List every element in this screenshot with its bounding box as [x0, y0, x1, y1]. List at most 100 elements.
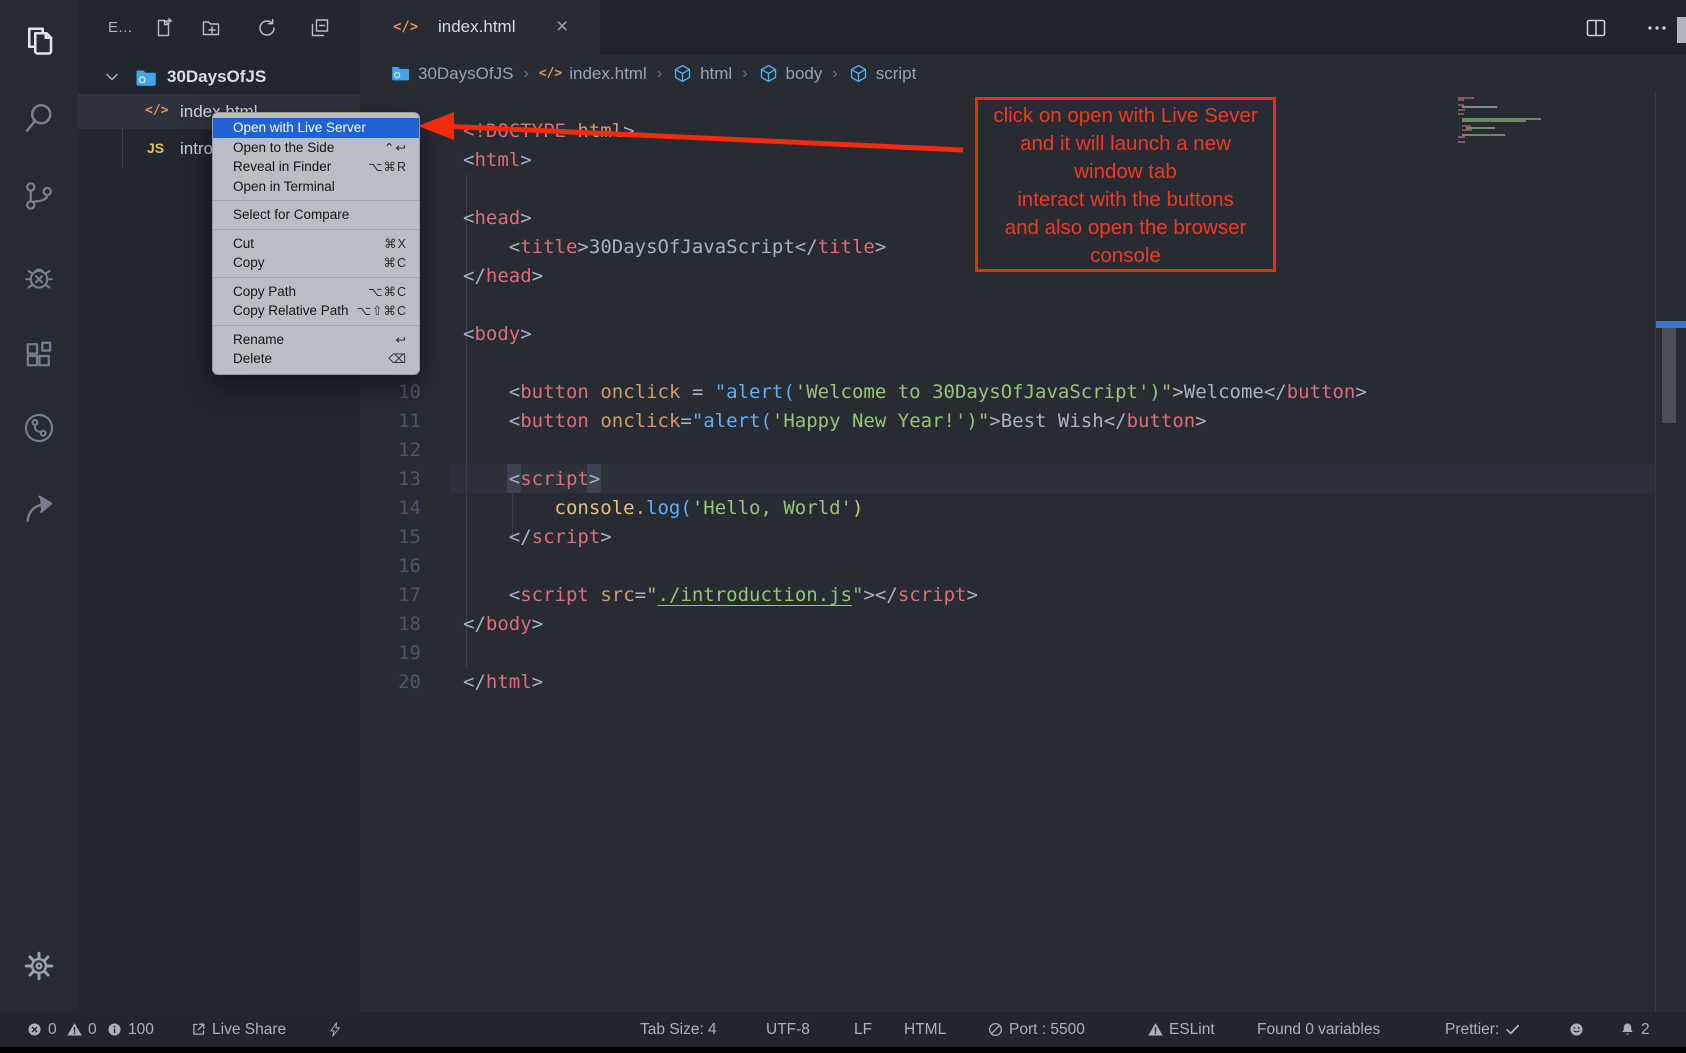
activity-item-gitlens[interactable] — [21, 410, 57, 446]
menu-item-label: Delete — [233, 351, 272, 366]
close-icon[interactable]: × — [556, 14, 568, 40]
menu-item-label: Reveal in Finder — [233, 159, 331, 174]
line-number: 16 — [360, 552, 421, 581]
annotation-text-line: console — [978, 242, 1273, 270]
line-content: <button onclick = "alert('Welcome to 30D… — [463, 378, 1367, 407]
overview-ruler-border — [1655, 92, 1656, 1012]
menu-item-copy-relative-path[interactable]: Copy Relative Path⌥⇧⌘C — [213, 301, 419, 321]
split-editor-icon[interactable] — [1584, 16, 1608, 40]
breadcrumb-item-30DaysOfJS[interactable]: 30DaysOfJS — [390, 63, 513, 84]
menu-item-shortcut: ⌘X — [384, 236, 407, 251]
collapse-all-button[interactable] — [308, 16, 332, 40]
activity-item-explorer[interactable] — [21, 22, 57, 58]
more-actions-icon[interactable] — [1645, 16, 1669, 40]
status-prettier[interactable]: Prettier: — [1445, 1012, 1521, 1047]
status-label: Prettier: — [1445, 1021, 1499, 1039]
menu-item-open-to-the-side[interactable]: Open to the Side⌃↩ — [213, 138, 419, 158]
status-feedback-smiley[interactable] — [1568, 1012, 1585, 1047]
menu-item-shortcut: ↩ — [396, 332, 407, 347]
bell-icon — [1619, 1021, 1636, 1038]
new-file-icon — [152, 16, 176, 40]
html-code-icon: </> — [393, 19, 418, 35]
status-tab-size[interactable]: Tab Size: 4 — [640, 1012, 717, 1047]
status-eslint[interactable]: ESLint — [1147, 1012, 1215, 1047]
status-infos[interactable]: 100 — [106, 1012, 154, 1047]
status-encoding[interactable]: UTF-8 — [766, 1012, 810, 1047]
status-label: 0 — [48, 1021, 57, 1039]
code-line-13[interactable]: 13 <script> — [360, 465, 1686, 494]
code-line-17[interactable]: 17 <script src="./introduction.js"></scr… — [360, 581, 1686, 610]
menu-item-cut[interactable]: Cut⌘X — [213, 234, 419, 254]
breadcrumb-label: html — [700, 64, 732, 84]
status-bolt[interactable] — [327, 1012, 344, 1047]
minimap[interactable] — [1458, 97, 1558, 147]
share-arrow-icon — [21, 490, 57, 526]
line-number: 11 — [360, 407, 421, 436]
menu-item-select-for-compare[interactable]: Select for Compare — [213, 205, 419, 225]
activity-item-search[interactable] — [21, 100, 57, 136]
code-line-10[interactable]: 10 <button onclick = "alert('Welcome to … — [360, 378, 1686, 407]
collapse-all-icon — [308, 16, 332, 40]
status-label: ESLint — [1169, 1021, 1215, 1039]
activity-item-run-debug[interactable] — [21, 259, 57, 295]
code-line-16[interactable]: 16 — [360, 552, 1686, 581]
menu-item-reveal-in-finder[interactable]: Reveal in Finder⌥⌘R — [213, 157, 419, 177]
folder-icon — [134, 66, 158, 88]
activity-item-source-control[interactable] — [21, 178, 57, 214]
gear-icon — [21, 948, 57, 984]
minimap-line — [1462, 134, 1505, 136]
menu-item-open-in-terminal[interactable]: Open in Terminal — [213, 177, 419, 197]
breadcrumb-item-script[interactable]: script — [848, 63, 917, 84]
menu-item-copy-path[interactable]: Copy Path⌥⌘C — [213, 282, 419, 302]
new-file-button[interactable] — [152, 16, 176, 40]
menu-item-copy[interactable]: Copy⌘C — [213, 253, 419, 273]
breadcrumb-label: script — [876, 64, 917, 84]
status-language-mode[interactable]: HTML — [904, 1012, 946, 1047]
code-line-19[interactable]: 19 — [360, 639, 1686, 668]
line-content: </body> — [463, 610, 543, 639]
breadcrumb-item-body[interactable]: body — [758, 63, 823, 84]
menu-item-label: Select for Compare — [233, 207, 349, 222]
explorer-header: E... — [78, 0, 360, 55]
activity-item-settings[interactable] — [21, 948, 57, 984]
new-folder-button[interactable] — [200, 16, 224, 40]
activity-item-extensions[interactable] — [21, 338, 57, 374]
code-line-9[interactable]: 9 — [360, 349, 1686, 378]
code-line-8[interactable]: 8<body> — [360, 320, 1686, 349]
activity-item-live-share[interactable] — [21, 490, 57, 526]
refresh-button[interactable] — [255, 16, 279, 40]
breadcrumb-item-index-html[interactable]: </>index.html — [539, 64, 647, 84]
code-line-18[interactable]: 18</body> — [360, 610, 1686, 639]
status-found-variables[interactable]: Found 0 variables — [1257, 1012, 1380, 1047]
status-live-share[interactable]: Live Share — [190, 1012, 286, 1047]
menu-item-rename[interactable]: Rename↩ — [213, 330, 419, 350]
breadcrumb-item-html[interactable]: html — [672, 63, 732, 84]
annotation-text-line: and also open the browser — [978, 214, 1273, 242]
code-line-14[interactable]: 14 console.log('Hello, World') — [360, 494, 1686, 523]
status-live-server-port[interactable]: Port : 5500 — [987, 1012, 1085, 1047]
status-errors[interactable]: 0 — [26, 1012, 57, 1047]
code-line-12[interactable]: 12 — [360, 436, 1686, 465]
status-label: 2 — [1641, 1021, 1650, 1039]
line-content: <button onclick="alert('Happy New Year!'… — [463, 407, 1207, 436]
status-eol[interactable]: LF — [854, 1012, 872, 1047]
tab-index-html[interactable]: </> index.html × — [360, 0, 600, 55]
status-warnings[interactable]: 0 — [66, 1012, 97, 1047]
code-line-15[interactable]: 15 </script> — [360, 523, 1686, 552]
scrollbar-thumb[interactable] — [1662, 328, 1676, 423]
refresh-icon — [255, 16, 279, 40]
minimap-line — [1462, 120, 1526, 122]
line-content: <html> — [463, 146, 532, 175]
code-line-11[interactable]: 11 <button onclick="alert('Happy New Yea… — [360, 407, 1686, 436]
code-line-20[interactable]: 20</html> — [360, 668, 1686, 697]
annotation-text-line: window tab — [978, 158, 1273, 186]
tree-item-root-folder[interactable]: 30DaysOfJS — [78, 59, 360, 94]
smiley-icon — [1568, 1021, 1585, 1038]
js-icon: JS — [147, 140, 164, 156]
annotation-text-line: and it will launch a new — [978, 130, 1273, 158]
minimap-line — [1458, 136, 1465, 138]
code-line-7[interactable]: 7 — [360, 291, 1686, 320]
menu-item-delete[interactable]: Delete⌫ — [213, 349, 419, 369]
status-notifications[interactable]: 2 — [1619, 1012, 1650, 1047]
menu-item-open-with-live-server[interactable]: Open with Live Server — [213, 118, 419, 138]
